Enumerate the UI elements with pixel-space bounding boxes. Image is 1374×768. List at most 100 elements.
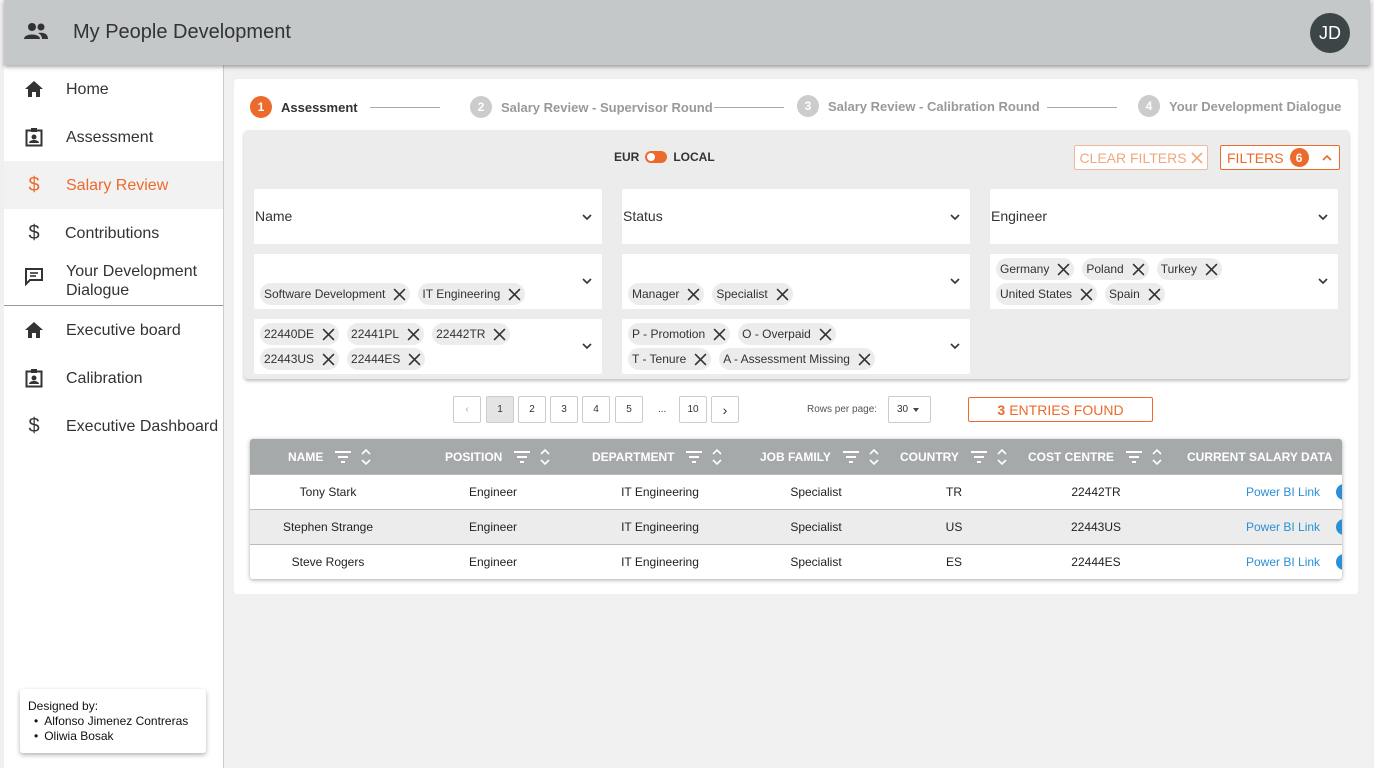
- filter-chip: T - Tenure: [628, 348, 712, 370]
- pagination-prev-button[interactable]: ‹: [453, 396, 481, 423]
- sidebar-item-assessment[interactable]: Assessment: [4, 113, 223, 161]
- close-icon[interactable]: [1132, 263, 1145, 276]
- table-row[interactable]: Steve Rogers Engineer IT Engineering Spe…: [250, 544, 1342, 579]
- close-icon[interactable]: [322, 328, 335, 341]
- job-family-select[interactable]: Manager Specialist: [622, 254, 970, 309]
- column-header-country[interactable]: COUNTRY: [900, 439, 1007, 474]
- globe-icon[interactable]: [1336, 519, 1342, 535]
- pagination-page-last[interactable]: 10: [679, 396, 707, 423]
- sort-icon[interactable]: [1152, 447, 1162, 467]
- sort-icon[interactable]: [997, 447, 1007, 467]
- cell-job-family: Specialist: [790, 485, 842, 499]
- pagination-page-4[interactable]: 4: [582, 396, 610, 423]
- close-icon[interactable]: [407, 328, 420, 341]
- close-icon[interactable]: [694, 353, 707, 366]
- filter-chip: Manager: [628, 283, 705, 305]
- sort-icon[interactable]: [712, 447, 723, 467]
- filters-toggle-button[interactable]: FILTERS 6: [1220, 145, 1340, 170]
- sidebar: Home Assessment $ Salary Review $ Contri…: [4, 65, 224, 768]
- sidebar-item-executive-board[interactable]: Executive board: [4, 306, 223, 354]
- sidebar-item-label: Executive board: [66, 321, 181, 339]
- power-bi-link[interactable]: Power BI Link: [1246, 510, 1330, 544]
- close-icon[interactable]: [1057, 263, 1070, 276]
- chip-label: P - Promotion: [632, 327, 706, 341]
- power-bi-link[interactable]: Power BI Link: [1246, 545, 1330, 579]
- filter-chip: IT Engineering: [418, 283, 526, 305]
- close-icon[interactable]: [408, 353, 421, 366]
- close-icon[interactable]: [1205, 263, 1218, 276]
- sort-icon[interactable]: [361, 447, 371, 467]
- close-icon[interactable]: [322, 353, 335, 366]
- close-icon[interactable]: [713, 328, 726, 341]
- chevron-down-icon: [582, 214, 592, 221]
- step-assessment[interactable]: 1 Assessment: [250, 96, 358, 118]
- avatar[interactable]: JD: [1310, 13, 1350, 53]
- close-icon[interactable]: [1080, 288, 1093, 301]
- currency-toggle[interactable]: [645, 151, 668, 163]
- close-icon[interactable]: [687, 288, 700, 301]
- position-select[interactable]: Engineer: [990, 189, 1338, 244]
- step-calibration-round[interactable]: 3 Salary Review - Calibration Round: [797, 95, 1040, 117]
- sidebar-item-calibration[interactable]: Calibration: [4, 354, 223, 402]
- filter-chip: Spain: [1105, 283, 1165, 305]
- filter-panel: EUR LOCAL CLEAR FILTERS FILTERS 6 Name S…: [244, 130, 1349, 379]
- filter-icon[interactable]: [970, 450, 987, 463]
- sidebar-item-development-dialogue[interactable]: Your Development Dialogue: [4, 257, 223, 305]
- pagination-page-3[interactable]: 3: [550, 396, 578, 423]
- caret-down-icon: [913, 407, 920, 412]
- filter-icon[interactable]: [335, 450, 352, 463]
- select-value: Engineer: [991, 208, 1048, 224]
- cost-centre-select[interactable]: 22440DE 22441PL 22442TR 22443US 22444ES: [254, 319, 602, 374]
- globe-icon[interactable]: [1336, 484, 1342, 500]
- pagination-ellipsis: ...: [658, 404, 667, 415]
- table-row[interactable]: Tony Stark Engineer IT Engineering Speci…: [250, 474, 1342, 509]
- pagination-next-button[interactable]: ›: [711, 396, 739, 423]
- column-header-job-family[interactable]: JOB FAMILY: [760, 439, 879, 474]
- chevron-down-icon: [582, 278, 592, 285]
- chip-label: 22442TR: [436, 327, 486, 341]
- sort-icon[interactable]: [869, 447, 879, 467]
- sidebar-item-label: Executive Dashboard: [66, 417, 219, 435]
- sidebar-item-executive-dashboard[interactable]: $ Executive Dashboard: [4, 402, 223, 450]
- sidebar-item-salary-review[interactable]: $ Salary Review: [4, 161, 223, 209]
- filter-chip: A - Assessment Missing: [719, 348, 875, 370]
- pagination-page-2[interactable]: 2: [518, 396, 546, 423]
- globe-icon[interactable]: [1336, 554, 1342, 570]
- column-header-department[interactable]: DEPARTMENT: [592, 439, 723, 474]
- sort-icon[interactable]: [540, 447, 550, 467]
- status-select[interactable]: Status: [622, 189, 970, 244]
- close-icon[interactable]: [493, 328, 506, 341]
- name-select[interactable]: Name: [254, 189, 602, 244]
- column-header-current-salary[interactable]: CURRENT SALARY DATA: [1187, 439, 1333, 474]
- department-select[interactable]: Software Development IT Engineering: [254, 254, 602, 309]
- sidebar-item-home[interactable]: Home: [4, 65, 223, 113]
- pagination-page-5[interactable]: 5: [615, 396, 643, 423]
- close-icon[interactable]: [819, 328, 832, 341]
- rows-per-page-select[interactable]: 30: [888, 396, 931, 423]
- close-icon[interactable]: [858, 353, 871, 366]
- step-development-dialogue[interactable]: 4 Your Development Dialogue: [1138, 95, 1341, 117]
- filter-icon[interactable]: [514, 450, 531, 463]
- step-supervisor-round[interactable]: 2 Salary Review - Supervisor Round: [470, 96, 713, 118]
- sidebar-item-contributions[interactable]: $ Contributions: [4, 209, 223, 257]
- close-icon[interactable]: [508, 288, 521, 301]
- filter-icon[interactable]: [842, 450, 859, 463]
- column-header-position[interactable]: POSITION: [445, 439, 550, 474]
- close-icon[interactable]: [776, 288, 789, 301]
- sidebar-item-label: Contributions: [65, 224, 160, 242]
- table-row[interactable]: Stephen Strange Engineer IT Engineering …: [250, 509, 1342, 544]
- country-select[interactable]: Germany Poland Turkey United States Spai…: [990, 254, 1338, 309]
- filter-icon[interactable]: [1126, 450, 1143, 463]
- close-icon[interactable]: [393, 288, 406, 301]
- close-icon[interactable]: [1148, 288, 1161, 301]
- pagination-page-1[interactable]: 1: [486, 396, 514, 423]
- filter-icon[interactable]: [686, 450, 703, 463]
- power-bi-link[interactable]: Power BI Link: [1246, 475, 1330, 509]
- clear-filters-button[interactable]: CLEAR FILTERS: [1074, 145, 1208, 170]
- app-header: My People Development JD: [4, 0, 1370, 65]
- column-header-name[interactable]: NAME: [288, 439, 371, 474]
- chat-icon: [25, 268, 43, 287]
- column-header-cost-centre[interactable]: COST CENTRE: [1028, 439, 1162, 474]
- cell-department: IT Engineering: [621, 485, 699, 499]
- flag-select[interactable]: P - Promotion O - Overpaid T - Tenure A …: [622, 319, 970, 374]
